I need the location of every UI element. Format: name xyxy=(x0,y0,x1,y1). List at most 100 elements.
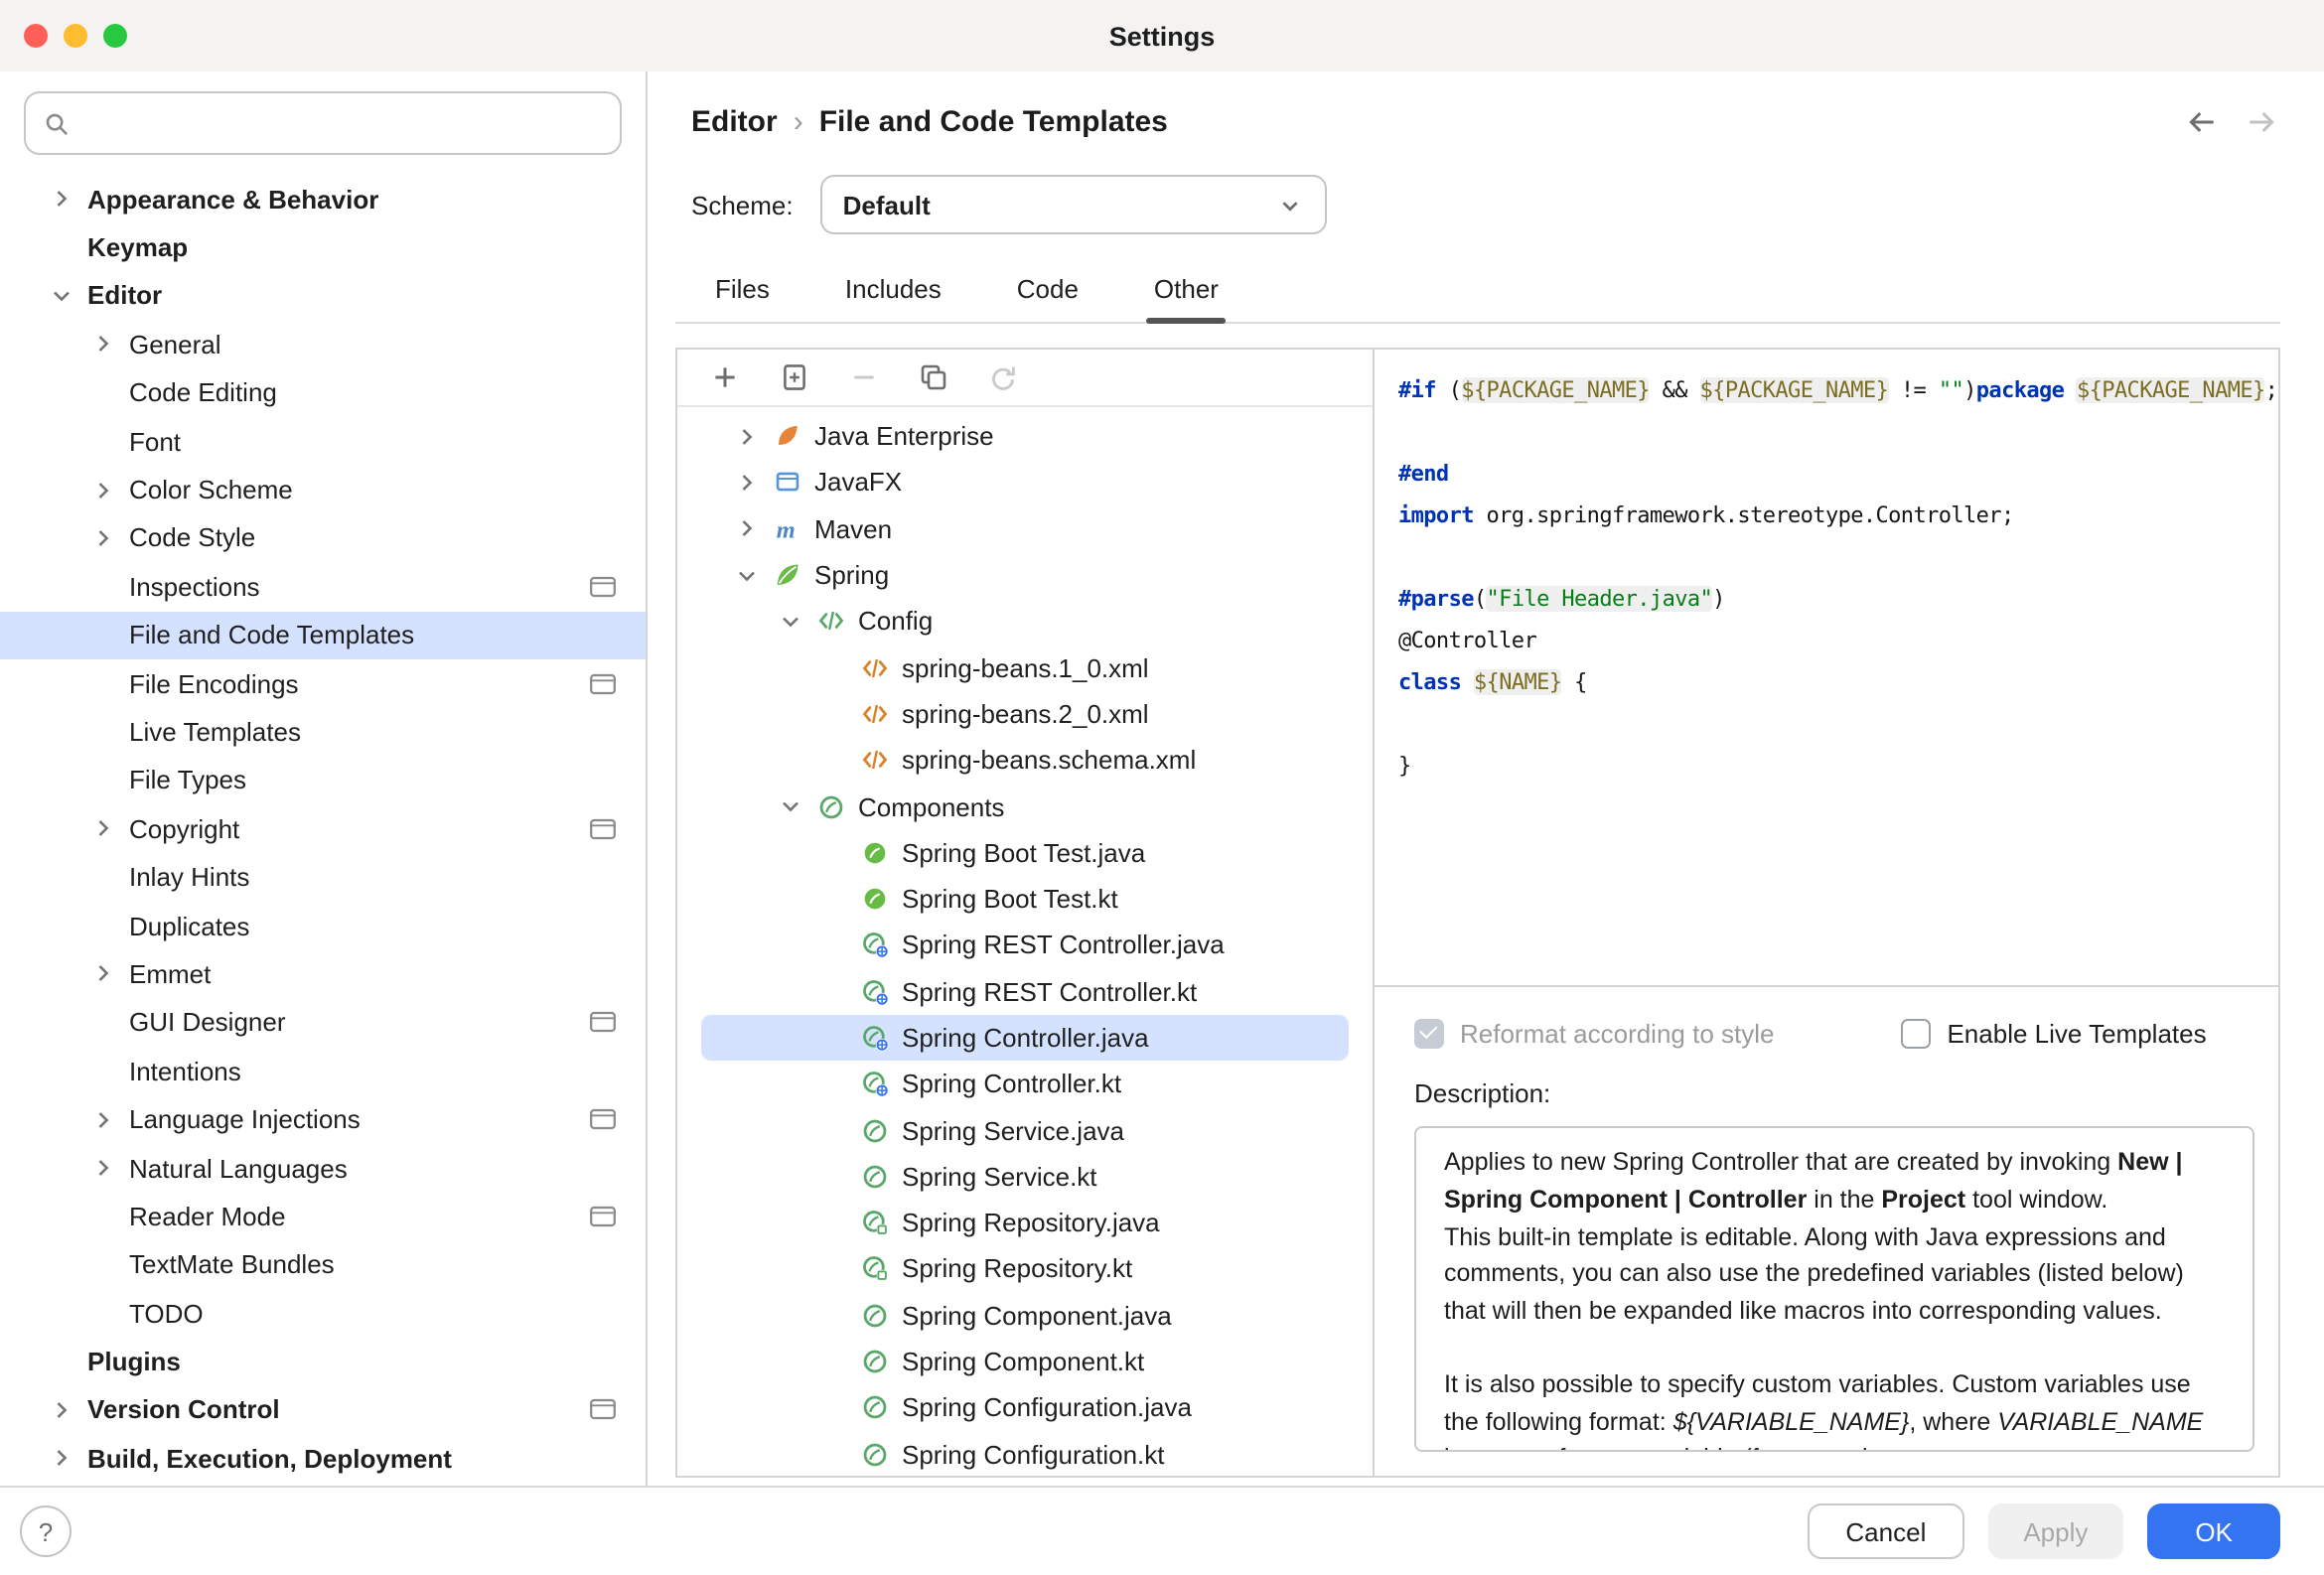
template-node-spring-repository-kt[interactable]: Spring Repository.kt xyxy=(701,1246,1349,1293)
create-child-template-button[interactable] xyxy=(779,361,810,393)
template-node-javafx[interactable]: JavaFX xyxy=(701,460,1349,506)
tab-includes[interactable]: Includes xyxy=(841,262,945,322)
template-node-spring-rest-controller-java[interactable]: Spring REST Controller.java xyxy=(701,923,1349,969)
back-arrow-icon[interactable] xyxy=(2181,101,2221,141)
template-node-spring-controller-kt[interactable]: Spring Controller.kt xyxy=(701,1061,1349,1107)
chevron-right-icon[interactable] xyxy=(89,476,117,503)
chevron-right-icon[interactable] xyxy=(733,422,761,450)
search-input[interactable] xyxy=(83,106,604,140)
sidebar-item-copyright[interactable]: Copyright xyxy=(0,804,646,853)
forward-arrow-icon[interactable] xyxy=(2241,101,2280,141)
sidebar-item-todo[interactable]: TODO xyxy=(0,1289,646,1338)
enable-live-templates-checkbox[interactable] xyxy=(1901,1018,1931,1048)
tab-code[interactable]: Code xyxy=(1013,262,1083,322)
chevron-right-icon[interactable] xyxy=(48,185,75,213)
sidebar-item-label: Color Scheme xyxy=(129,475,293,504)
sidebar-item-emmet[interactable]: Emmet xyxy=(0,950,646,999)
chevron-right-icon[interactable] xyxy=(733,469,761,497)
close-button[interactable] xyxy=(24,24,48,48)
template-node-spring-beans-1-0-xml[interactable]: spring-beans.1_0.xml xyxy=(701,644,1349,691)
tab-files[interactable]: Files xyxy=(711,262,774,322)
reformat-label: Reformat according to style xyxy=(1460,1018,1774,1048)
sidebar-item-keymap[interactable]: Keymap xyxy=(0,223,646,272)
breadcrumb-editor[interactable]: Editor xyxy=(691,104,778,138)
titlebar: Settings xyxy=(0,0,2324,72)
add-template-button[interactable] xyxy=(709,361,741,393)
sidebar-item-natural-languages[interactable]: Natural Languages xyxy=(0,1144,646,1193)
cancel-button[interactable]: Cancel xyxy=(1808,1503,1963,1559)
sidebar-item-code-style[interactable]: Code Style xyxy=(0,513,646,562)
sidebar-item-version-control[interactable]: Version Control xyxy=(0,1386,646,1435)
scheme-select[interactable]: Default xyxy=(821,175,1328,234)
sidebar-item-label: Inlay Hints xyxy=(129,862,249,892)
sidebar-item-editor[interactable]: Editor xyxy=(0,272,646,321)
template-node-spring-boot-test-java[interactable]: Spring Boot Test.java xyxy=(701,829,1349,876)
sidebar-item-intentions[interactable]: Intentions xyxy=(0,1047,646,1095)
sidebar-item-reader-mode[interactable]: Reader Mode xyxy=(0,1192,646,1240)
chevron-right-icon[interactable] xyxy=(48,1396,75,1424)
chevron-right-icon[interactable] xyxy=(48,1445,75,1473)
sidebar-item-code-editing[interactable]: Code Editing xyxy=(0,368,646,417)
template-node-spring-repository-java[interactable]: Spring Repository.java xyxy=(701,1200,1349,1246)
minimize-button[interactable] xyxy=(64,24,87,48)
template-node-spring-service-java[interactable]: Spring Service.java xyxy=(701,1107,1349,1154)
chevron-right-icon[interactable] xyxy=(733,514,761,542)
chevron-down-icon[interactable] xyxy=(777,792,804,820)
duplicate-template-button[interactable] xyxy=(918,361,949,393)
template-node-spring-rest-controller-kt[interactable]: Spring REST Controller.kt xyxy=(701,968,1349,1015)
sidebar-item-build-execution-deployment[interactable]: Build, Execution, Deployment xyxy=(0,1434,646,1483)
template-node-components[interactable]: Components xyxy=(701,784,1349,830)
ok-button[interactable]: OK xyxy=(2147,1503,2280,1559)
template-node-spring-controller-java[interactable]: Spring Controller.java xyxy=(701,1015,1349,1062)
sidebar-item-plugins[interactable]: Plugins xyxy=(0,1338,646,1386)
chevron-down-icon[interactable] xyxy=(48,282,75,310)
template-node-maven[interactable]: mMaven xyxy=(701,505,1349,552)
template-node-spring-beans-schema-xml[interactable]: spring-beans.schema.xml xyxy=(701,737,1349,784)
sidebar-item-live-templates[interactable]: Live Templates xyxy=(0,708,646,757)
chevron-down-icon xyxy=(1276,190,1306,219)
template-node-spring-configuration-kt[interactable]: Spring Configuration.kt xyxy=(701,1431,1349,1476)
template-node-java-enterprise[interactable]: Java Enterprise xyxy=(701,413,1349,460)
reformat-checkbox[interactable] xyxy=(1414,1018,1444,1048)
template-code-editor[interactable]: #if (${PACKAGE_NAME} && ${PACKAGE_NAME} … xyxy=(1375,350,2278,987)
chevron-right-icon[interactable] xyxy=(89,1154,117,1182)
template-node-config[interactable]: Config xyxy=(701,598,1349,644)
sidebar-item-general[interactable]: General xyxy=(0,320,646,368)
breadcrumb: Editor › File and Code Templates xyxy=(691,104,1168,138)
sidebar-item-file-types[interactable]: File Types xyxy=(0,756,646,804)
chevron-placeholder xyxy=(89,1251,117,1279)
sidebar-item-file-and-code-templates[interactable]: File and Code Templates xyxy=(0,611,646,659)
reformat-option: Reformat according to style xyxy=(1414,1018,1774,1048)
sidebar-item-color-scheme[interactable]: Color Scheme xyxy=(0,466,646,514)
sidebar-item-appearance-behavior[interactable]: Appearance & Behavior xyxy=(0,175,646,223)
help-button[interactable]: ? xyxy=(20,1505,72,1557)
chevron-right-icon[interactable] xyxy=(89,960,117,988)
sidebar-item-font[interactable]: Font xyxy=(0,417,646,466)
template-node-spring[interactable]: Spring xyxy=(701,552,1349,599)
settings-search-field[interactable] xyxy=(24,91,622,155)
chevron-down-icon[interactable] xyxy=(777,608,804,636)
spring-boot-icon xyxy=(860,838,890,868)
template-node-spring-boot-test-kt[interactable]: Spring Boot Test.kt xyxy=(701,876,1349,923)
chevron-down-icon[interactable] xyxy=(733,561,761,589)
sidebar-item-inlay-hints[interactable]: Inlay Hints xyxy=(0,853,646,902)
template-node-spring-configuration-java[interactable]: Spring Configuration.java xyxy=(701,1384,1349,1431)
template-node-spring-beans-2-0-xml[interactable]: spring-beans.2_0.xml xyxy=(701,691,1349,738)
chevron-right-icon[interactable] xyxy=(89,331,117,358)
apply-button[interactable]: Apply xyxy=(1987,1503,2123,1559)
chevron-right-icon[interactable] xyxy=(89,815,117,843)
sidebar-item-file-encodings[interactable]: File Encodings xyxy=(0,659,646,708)
sidebar-item-label: Language Injections xyxy=(129,1104,361,1134)
template-node-spring-component-kt[interactable]: Spring Component.kt xyxy=(701,1339,1349,1385)
sidebar-item-language-injections[interactable]: Language Injections xyxy=(0,1095,646,1144)
sidebar-item-duplicates[interactable]: Duplicates xyxy=(0,902,646,950)
chevron-right-icon[interactable] xyxy=(89,524,117,552)
sidebar-item-inspections[interactable]: Inspections xyxy=(0,562,646,611)
template-node-spring-service-kt[interactable]: Spring Service.kt xyxy=(701,1154,1349,1201)
zoom-button[interactable] xyxy=(103,24,127,48)
tab-other[interactable]: Other xyxy=(1150,262,1223,322)
template-node-spring-component-java[interactable]: Spring Component.java xyxy=(701,1292,1349,1339)
sidebar-item-textmate-bundles[interactable]: TextMate Bundles xyxy=(0,1240,646,1289)
chevron-right-icon[interactable] xyxy=(89,1105,117,1133)
sidebar-item-gui-designer[interactable]: GUI Designer xyxy=(0,998,646,1047)
